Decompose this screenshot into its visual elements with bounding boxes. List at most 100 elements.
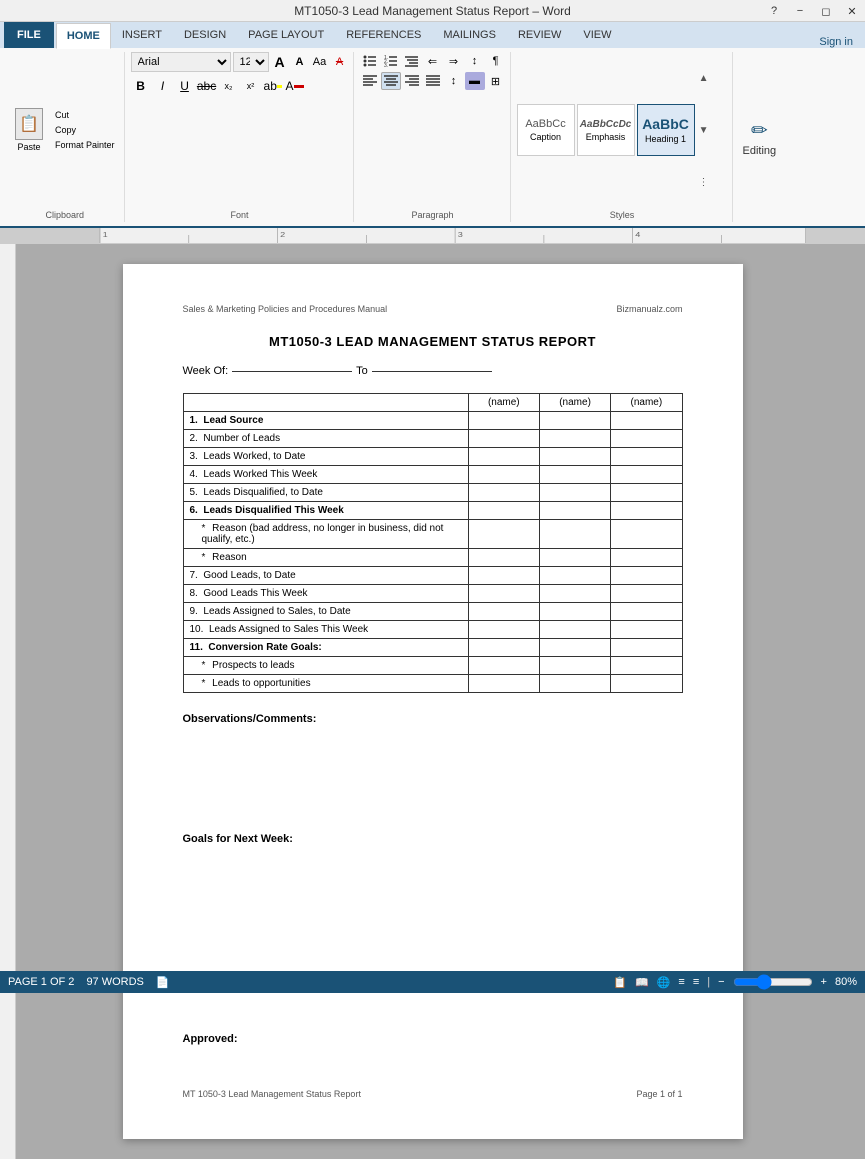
editing-group: ✏ Editing [735, 52, 785, 222]
zoom-in-button[interactable]: + [821, 976, 827, 988]
row-5-col3 [611, 484, 682, 502]
row-9-col2 [539, 603, 610, 621]
style-heading1[interactable]: AaBbC Heading 1 [637, 104, 695, 156]
align-left-button[interactable] [360, 72, 380, 90]
tab-file[interactable]: FILE [4, 22, 54, 48]
tab-references[interactable]: REFERENCES [335, 22, 432, 48]
clipboard-content: 📋 Paste Cut Copy Format Painter [10, 52, 120, 208]
font-case-button[interactable]: Aa [311, 53, 329, 71]
style-emphasis[interactable]: AaBbCcDc Emphasis [577, 104, 635, 156]
ruler-svg: 1 2 3 4 5 [100, 228, 805, 243]
status-bar: PAGE 1 OF 2 97 WORDS 📄 📋 📖 🌐 ≡ ≡ | − + 8… [0, 971, 865, 993]
sort-button[interactable]: ↕ [465, 52, 485, 70]
row-10-col1 [468, 621, 539, 639]
text-highlight-button[interactable]: ab [263, 76, 283, 96]
tab-review[interactable]: REVIEW [507, 22, 572, 48]
font-size-selector[interactable]: 12 [233, 52, 269, 72]
view-print-icon[interactable]: 📋 [613, 976, 627, 989]
status-icon1[interactable]: 📄 [156, 976, 170, 989]
table-row-sub: * Leads to opportunities [183, 675, 682, 693]
style-caption[interactable]: AaBbCc Caption [517, 104, 575, 156]
svg-text:4: 4 [635, 231, 641, 239]
decrease-indent-button[interactable]: ⇐ [423, 52, 443, 70]
row-10-col2 [539, 621, 610, 639]
numbering-button[interactable]: 1.2.3. [381, 52, 401, 70]
superscript-button[interactable]: x² [241, 76, 261, 96]
styles-group: AaBbCc Caption AaBbCcDc Emphasis AaBbC H… [513, 52, 733, 222]
align-right-button[interactable] [402, 72, 422, 90]
help-button[interactable]: ? [761, 0, 787, 22]
sign-in-button[interactable]: Sign in [819, 36, 861, 48]
strikethrough-button[interactable]: abc [197, 76, 217, 96]
tab-home[interactable]: HOME [56, 23, 111, 49]
row-6-sub1-col3 [611, 520, 682, 549]
row-11-sub1: * Prospects to leads [183, 657, 468, 675]
bold-button[interactable]: B [131, 76, 151, 96]
view-web-icon[interactable]: 🌐 [657, 976, 671, 989]
row-4-col3 [611, 466, 682, 484]
row-1-col2 [539, 412, 610, 430]
row-11-sub2-col3 [611, 675, 682, 693]
editing-label: Editing [743, 145, 777, 157]
document-page[interactable]: Sales & Marketing Policies and Procedure… [123, 264, 743, 1139]
cut-button[interactable]: Cut [50, 108, 120, 122]
row-6-col2 [539, 502, 610, 520]
ruler-track: 1 2 3 4 5 [100, 228, 805, 243]
increase-indent-button[interactable]: ⇒ [444, 52, 464, 70]
align-center-button[interactable] [381, 72, 401, 90]
font-face-selector[interactable]: Arial [131, 52, 231, 72]
table-header-col2: (name) [539, 394, 610, 412]
zoom-slider[interactable] [733, 974, 813, 990]
italic-button[interactable]: I [153, 76, 173, 96]
row-label-4: 4. Leads Worked This Week [183, 466, 468, 484]
styles-scroll-up[interactable]: ▲ [697, 52, 711, 104]
styles-scroll-controls: ▲ ▼ ⋮ [697, 52, 711, 208]
bullets-button[interactable] [360, 52, 380, 70]
format-painter-button[interactable]: Format Painter [50, 138, 120, 152]
show-marks-button[interactable]: ¶ [486, 52, 506, 70]
tab-view[interactable]: VIEW [572, 22, 622, 48]
row-6-sub2-col2 [539, 549, 610, 567]
tab-bar: FILE HOME INSERT DESIGN PAGE LAYOUT REFE… [0, 22, 865, 48]
close-button[interactable]: ✕ [839, 0, 865, 22]
shading-button[interactable]: ▬ [465, 72, 485, 90]
page-info: PAGE 1 OF 2 [8, 976, 74, 988]
underline-button[interactable]: U [175, 76, 195, 96]
subscript-button[interactable]: x₂ [219, 76, 239, 96]
font-shrink-button[interactable]: A [291, 53, 309, 71]
paste-label: Paste [17, 142, 40, 152]
title-bar-controls: ? − ◻ ✕ [761, 0, 865, 22]
row-label-9: 9. Leads Assigned to Sales, to Date [183, 603, 468, 621]
paste-button[interactable]: 📋 Paste [10, 104, 48, 156]
view-draft-icon[interactable]: ≡ [693, 976, 699, 988]
row-11-sub1-col1 [468, 657, 539, 675]
tab-design[interactable]: DESIGN [173, 22, 237, 48]
font-grow-button[interactable]: A [271, 53, 289, 71]
row-11-sub2-col2 [539, 675, 610, 693]
tab-mailings[interactable]: MAILINGS [432, 22, 507, 48]
justify-button[interactable] [423, 72, 443, 90]
minimize-button[interactable]: − [787, 0, 813, 22]
font-clear-button[interactable]: A [331, 53, 349, 71]
paragraph-content: 1.2.3. ⇐ ⇒ ↕ ¶ [360, 52, 506, 208]
font-color-button[interactable]: A [285, 76, 305, 96]
tab-insert[interactable]: INSERT [111, 22, 173, 48]
multilevel-button[interactable] [402, 52, 422, 70]
row-5-col2 [539, 484, 610, 502]
tab-page-layout[interactable]: PAGE LAYOUT [237, 22, 335, 48]
styles-more[interactable]: ⋮ [697, 156, 711, 208]
table-header-col1: (name) [468, 394, 539, 412]
styles-scroll-down[interactable]: ▼ [697, 104, 711, 156]
view-read-icon[interactable]: 📖 [635, 976, 649, 989]
status-bar-right: 📋 📖 🌐 ≡ ≡ | − + 80% [613, 974, 857, 990]
table-header-label [183, 394, 468, 412]
table-row: 7. Good Leads, to Date [183, 567, 682, 585]
line-spacing-button[interactable]: ↕ [444, 72, 464, 90]
restore-button[interactable]: ◻ [813, 0, 839, 22]
clipboard-group: 📋 Paste Cut Copy Format Painter Clipboar… [6, 52, 125, 222]
borders-button[interactable]: ⊞ [486, 72, 506, 90]
view-outline-icon[interactable]: ≡ [678, 976, 684, 988]
row-4-col1 [468, 466, 539, 484]
copy-button[interactable]: Copy [50, 123, 120, 137]
zoom-out-button[interactable]: − [718, 976, 724, 988]
